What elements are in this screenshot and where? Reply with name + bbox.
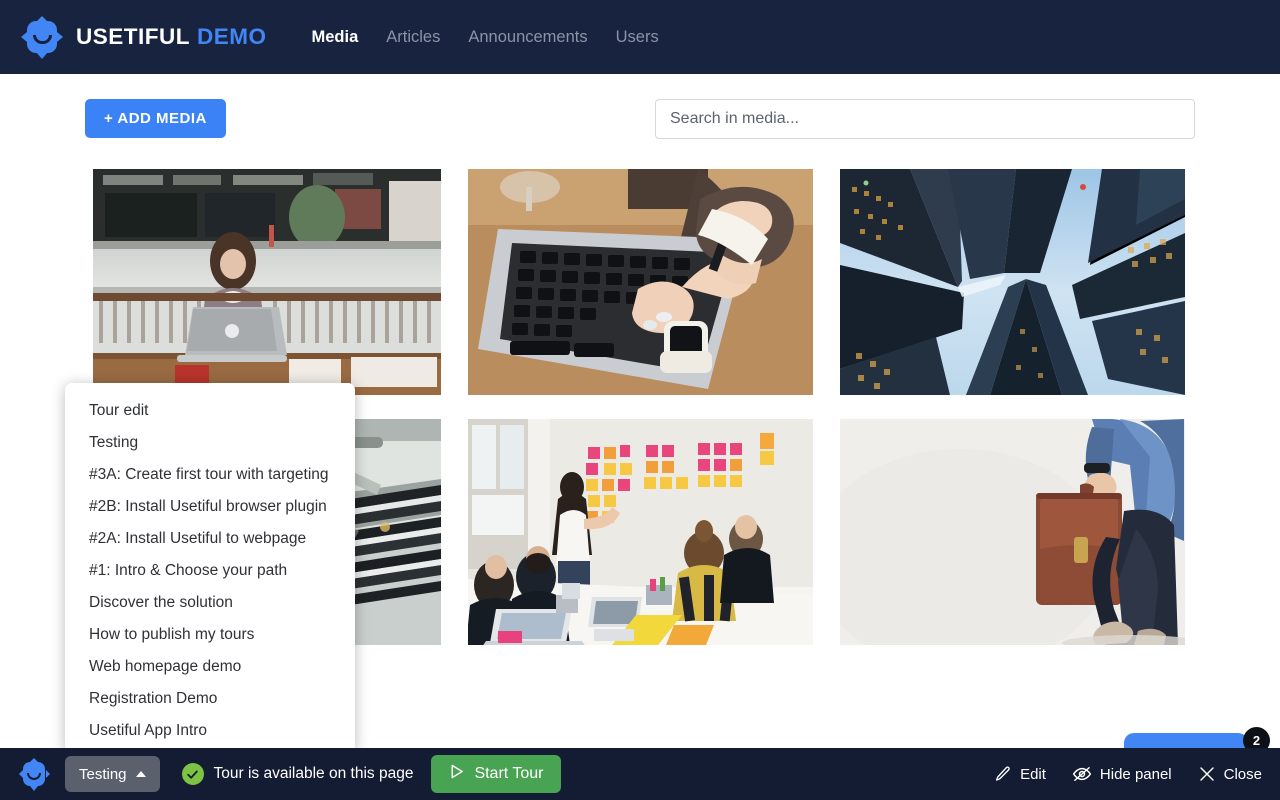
tour-dropdown-item[interactable]: #2A: Install Usetiful to webpage (65, 523, 355, 555)
nav-item-articles[interactable]: Articles (386, 28, 440, 47)
play-triangle-icon (448, 763, 465, 785)
tour-dropdown-item[interactable]: Testing (65, 427, 355, 459)
media-tile[interactable] (840, 169, 1185, 395)
media-thumbnail-image (93, 169, 441, 395)
nav-item-users[interactable]: Users (616, 28, 659, 47)
tour-bar-actions: Edit Hide panel Close (994, 764, 1262, 784)
tour-status-text: Tour is available on this page (213, 765, 414, 782)
tour-dropdown-item[interactable]: Discover the solution (65, 587, 355, 619)
tour-dropdown-item[interactable]: Tour edit (65, 395, 355, 427)
edit-tour-button[interactable]: Edit (994, 765, 1046, 783)
top-navigation-bar: USETIFUL DEMO Media Articles Announcement… (0, 0, 1280, 74)
brand-suffix: DEMO (197, 24, 267, 49)
tour-dropdown-item[interactable]: How to publish my tours (65, 619, 355, 651)
close-panel-button[interactable]: Close (1198, 765, 1262, 783)
app-root: USETIFUL DEMO Media Articles Announcement… (0, 0, 1280, 800)
media-tile[interactable] (93, 169, 441, 395)
eye-slash-icon (1072, 764, 1092, 784)
tour-status: Tour is available on this page (181, 763, 414, 785)
tour-dropdown-item[interactable]: #3A: Create first tour with targeting (65, 459, 355, 491)
media-thumbnail-image (468, 419, 813, 645)
media-tile[interactable] (468, 419, 813, 645)
usetiful-robot-logo-icon (21, 16, 63, 59)
nav-item-media[interactable]: Media (312, 28, 359, 47)
tour-selector-button[interactable]: Testing (65, 756, 160, 792)
start-tour-label: Start Tour (474, 765, 544, 782)
search-input[interactable] (655, 99, 1195, 139)
media-thumbnail-image (840, 169, 1185, 395)
add-media-button[interactable]: + ADD MEDIA (85, 99, 226, 138)
tour-dropdown-item[interactable]: Web homepage demo (65, 651, 355, 683)
usetiful-robot-logo-icon (18, 758, 50, 791)
media-tile[interactable] (468, 169, 813, 395)
close-x-icon (1198, 765, 1216, 783)
start-tour-button[interactable]: Start Tour (431, 755, 561, 793)
chevron-up-icon (135, 771, 146, 777)
tour-dropdown-item[interactable]: #2B: Install Usetiful browser plugin (65, 491, 355, 523)
check-circle-icon (181, 763, 204, 785)
media-toolbar: + ADD MEDIA (0, 99, 1280, 141)
media-tile[interactable] (840, 419, 1185, 645)
hide-panel-label: Hide panel (1099, 765, 1172, 783)
pencil-icon (994, 765, 1012, 783)
media-thumbnail-image (840, 419, 1185, 645)
edit-tour-label: Edit (1020, 765, 1046, 783)
main-nav: Media Articles Announcements Users (312, 28, 659, 47)
tour-control-bar: Testing Tour is available on this page S… (0, 748, 1280, 800)
brand-name: USETIFUL (76, 24, 190, 49)
brand-text: USETIFUL DEMO (76, 24, 267, 50)
brand-logo[interactable]: USETIFUL DEMO (21, 16, 267, 59)
tour-dropdown-item[interactable]: Usetiful App Intro (65, 715, 355, 747)
nav-item-announcements[interactable]: Announcements (468, 28, 587, 47)
hide-panel-button[interactable]: Hide panel (1072, 764, 1172, 784)
tour-dropdown-item[interactable]: #1: Intro & Choose your path (65, 555, 355, 587)
tour-selector-label: Testing (79, 765, 127, 783)
tour-dropdown-item[interactable]: Registration Demo (65, 683, 355, 715)
tour-select-dropdown: Tour edit Testing #3A: Create first tour… (65, 383, 355, 750)
media-thumbnail-image (468, 169, 813, 395)
close-panel-label: Close (1223, 765, 1262, 783)
